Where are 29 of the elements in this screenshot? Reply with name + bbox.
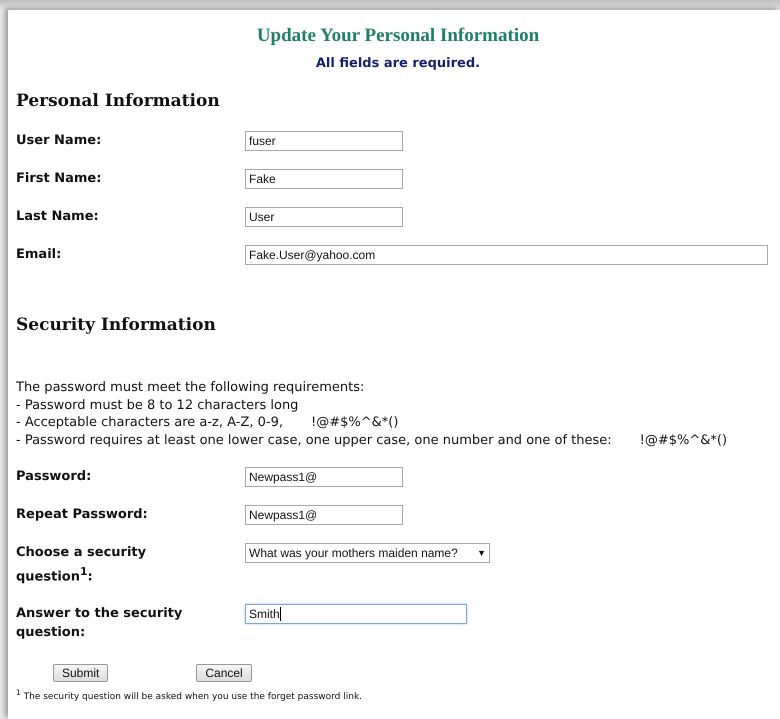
section-heading: Personal Information <box>16 91 221 111</box>
question-dropdown[interactable]: What was your mothers maiden name? ▼ <box>245 543 490 563</box>
requirements-intro: The password must meet the following requirements: <box>16 379 366 396</box>
requirement-text: - Password requires at least one lower case, one upper case, one number and one of these: <box>16 432 612 448</box>
field-label: Password: <box>16 468 92 486</box>
cancel-button[interactable]: Cancel <box>196 664 252 682</box>
password-field[interactable]: Newpass1@ <box>245 467 403 487</box>
allowed-symbols: !@#$%^&*() <box>640 432 728 448</box>
email-field[interactable]: Fake.User@yahoo.com <box>245 245 768 265</box>
footnote: $^{1}$ The security question will be asked when you use the forget password link. <box>16 688 364 702</box>
field-label: Repeat Password: <box>16 506 149 524</box>
text-field[interactable]: Fake <box>245 169 403 189</box>
password-field[interactable]: Newpass1@ <box>245 505 403 525</box>
requirement-text: - Acceptable characters are a-z, A-Z, 0-9, <box>16 415 283 430</box>
field-label: User Name: <box>16 132 102 150</box>
required-note: All fields are required. <box>314 56 482 71</box>
requirement-text: - Password must be 8 to 12 characters long <box>16 398 298 412</box>
section-heading: Security Information <box>16 315 217 335</box>
allowed-symbols: !@#$%^&*() <box>310 415 398 430</box>
field-label: Choose a security question$^{1}$: <box>16 544 148 586</box>
page-title: Update Your Personal Information <box>256 24 540 48</box>
text-field[interactable]: User <box>245 207 403 227</box>
field-label: Last Name: <box>16 208 100 226</box>
field-label: Answer to the security question: <box>16 605 184 642</box>
field-label: Email: <box>16 246 62 264</box>
answer-field[interactable]: Smith <box>245 604 467 624</box>
field-label: First Name: <box>16 170 102 188</box>
text-field[interactable]: fuser <box>245 131 403 151</box>
submit-button[interactable]: Submit <box>53 664 108 682</box>
